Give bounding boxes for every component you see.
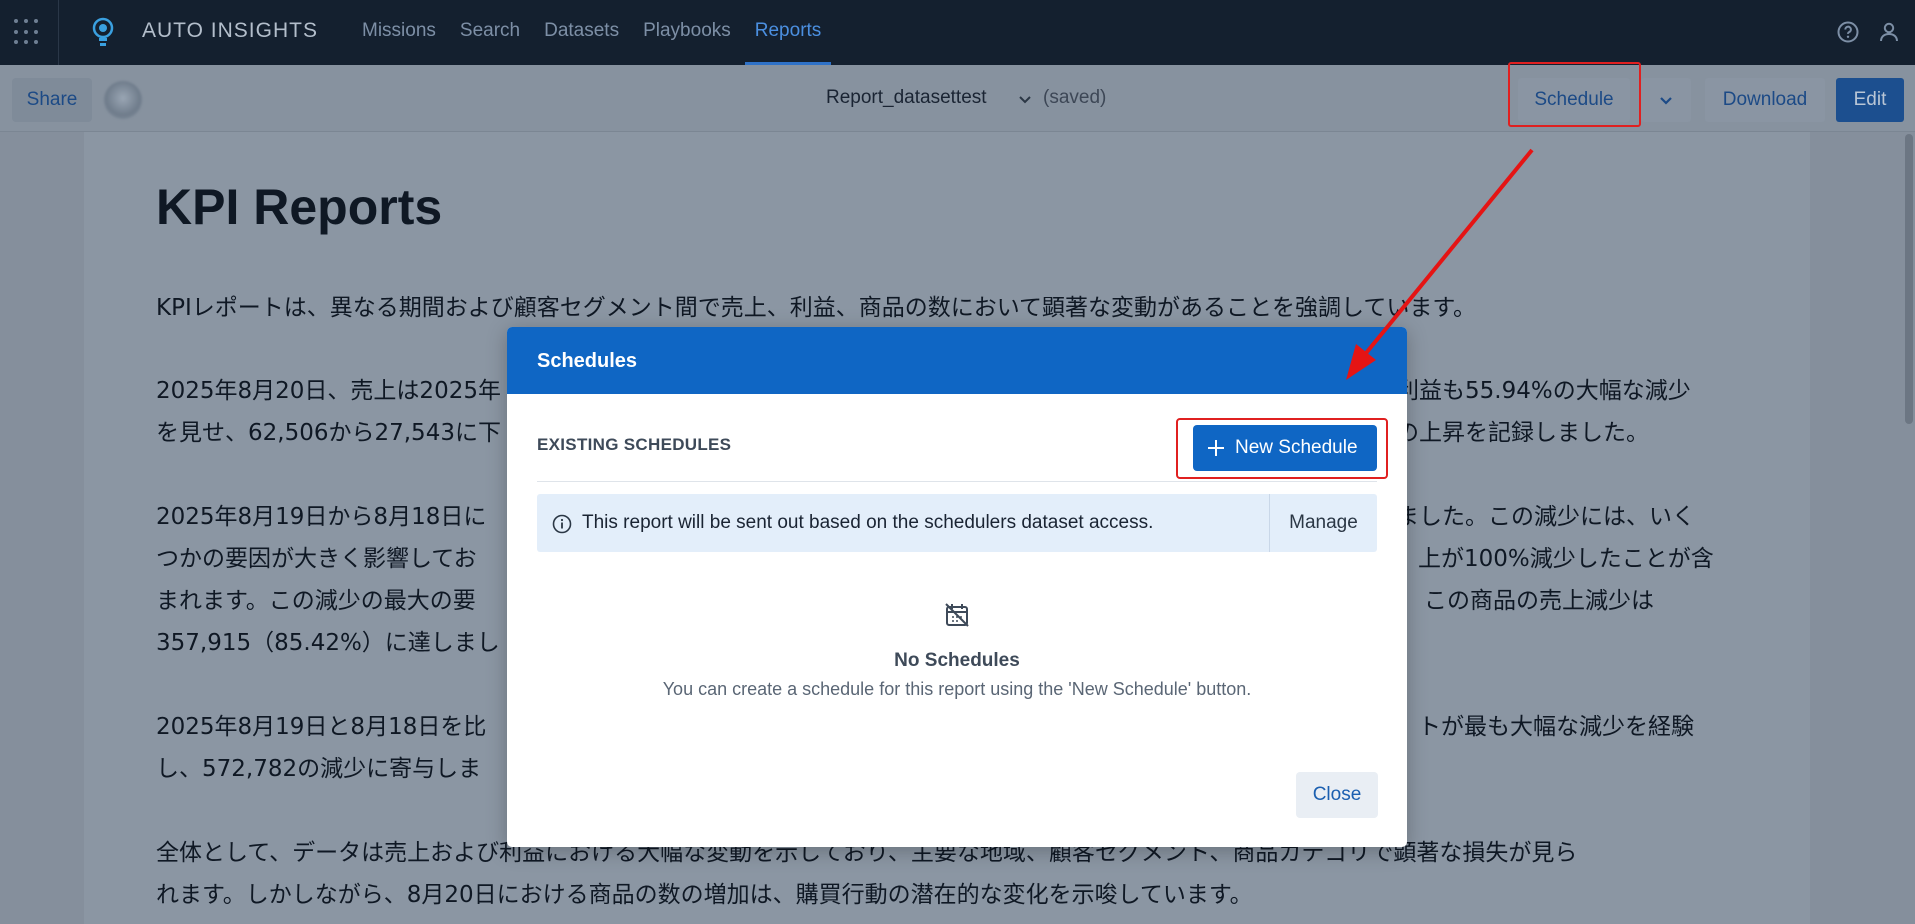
- new-schedule-button[interactable]: New Schedule: [1193, 425, 1377, 471]
- report-paragraph: 2025年8月19日と8月18日を比: [156, 714, 487, 740]
- report-paragraph: KPIレポートは、異なる期間および顧客セグメント間で売上、利益、商品の数において…: [156, 295, 1477, 321]
- schedule-highlight-box: [1508, 62, 1641, 127]
- report-paragraph: を見せ、62,506から27,543に下: [156, 420, 501, 446]
- chevron-down-icon: [1660, 97, 1672, 105]
- close-button[interactable]: Close: [1296, 772, 1378, 818]
- info-text: This report will be sent out based on th…: [582, 512, 1154, 533]
- nav-link-datasets[interactable]: Datasets: [532, 0, 631, 65]
- saved-status: (saved): [1043, 87, 1107, 108]
- edit-button[interactable]: Edit: [1836, 78, 1904, 122]
- report-paragraph: この商品の売上減少は: [1424, 588, 1654, 614]
- brand-name[interactable]: AUTO INSIGHTS: [142, 19, 318, 43]
- report-paragraph: 上が100%減少したことが含: [1418, 546, 1714, 572]
- empty-state-subtitle: You can create a schedule for this repor…: [662, 679, 1252, 699]
- scrollbar[interactable]: [1905, 134, 1913, 424]
- page-margin-left: [0, 132, 84, 924]
- calendar-off-icon: [945, 603, 969, 627]
- info-banner: This report will be sent out based on th…: [537, 494, 1377, 552]
- schedule-dropdown-button[interactable]: [1641, 78, 1691, 122]
- report-paragraph: トが最も大幅な減少を経験: [1418, 714, 1694, 740]
- download-button[interactable]: Download: [1705, 78, 1825, 122]
- report-paragraph: ました。この減少には、いく: [1396, 504, 1695, 530]
- report-paragraph: れます。しかしながら、8月20日における商品の数の増加は、購買行動の潜在的な変化…: [156, 882, 1253, 908]
- report-title: KPI Reports: [156, 179, 443, 235]
- schedules-modal: Schedules EXISTING SCHEDULES New Schedul…: [507, 327, 1407, 847]
- report-paragraph: まれます。この減少の最大の要: [156, 588, 476, 614]
- top-nav: AUTO INSIGHTS Missions Search Datasets P…: [0, 0, 1915, 65]
- chevron-down-icon[interactable]: [1015, 89, 1035, 109]
- nav-links: Missions Search Datasets Playbooks Repor…: [350, 0, 833, 65]
- report-paragraph: 2025年8月19日から8月18日に: [156, 504, 487, 530]
- divider: [537, 481, 1377, 482]
- report-name[interactable]: Report_datasettest: [826, 87, 987, 109]
- lightbulb-logo-icon[interactable]: [90, 16, 116, 50]
- apps-grid-icon[interactable]: [10, 16, 42, 48]
- user-icon[interactable]: [1877, 20, 1901, 44]
- empty-state-title: No Schedules: [894, 650, 1020, 671]
- report-paragraph: つかの要因が大きく影響してお: [156, 546, 477, 572]
- nav-divider: [58, 0, 59, 65]
- avatar[interactable]: [104, 81, 142, 119]
- report-paragraph: 357,915（85.42%）に達しまし: [156, 630, 500, 656]
- nav-link-missions[interactable]: Missions: [350, 0, 448, 65]
- help-icon[interactable]: [1836, 20, 1860, 44]
- modal-title: Schedules: [507, 327, 1407, 394]
- manage-button[interactable]: Manage: [1270, 494, 1377, 552]
- nav-link-search[interactable]: Search: [448, 0, 532, 65]
- report-paragraph: し、572,782の減少に寄与しま: [156, 756, 482, 782]
- new-schedule-label: New Schedule: [1235, 437, 1358, 458]
- share-button[interactable]: Share: [12, 78, 92, 122]
- report-paragraph: の上昇を記録しました。: [1396, 420, 1649, 446]
- page-margin-right: [1810, 132, 1915, 924]
- nav-link-playbooks[interactable]: Playbooks: [631, 0, 743, 65]
- existing-schedules-label: EXISTING SCHEDULES: [537, 435, 732, 454]
- report-paragraph: 利益も55.94%の大幅な減少: [1396, 378, 1691, 404]
- plus-icon: [1208, 440, 1224, 456]
- report-paragraph: 2025年8月20日、売上は2025年: [156, 378, 501, 404]
- nav-link-reports[interactable]: Reports: [743, 0, 834, 65]
- info-icon: [552, 514, 572, 534]
